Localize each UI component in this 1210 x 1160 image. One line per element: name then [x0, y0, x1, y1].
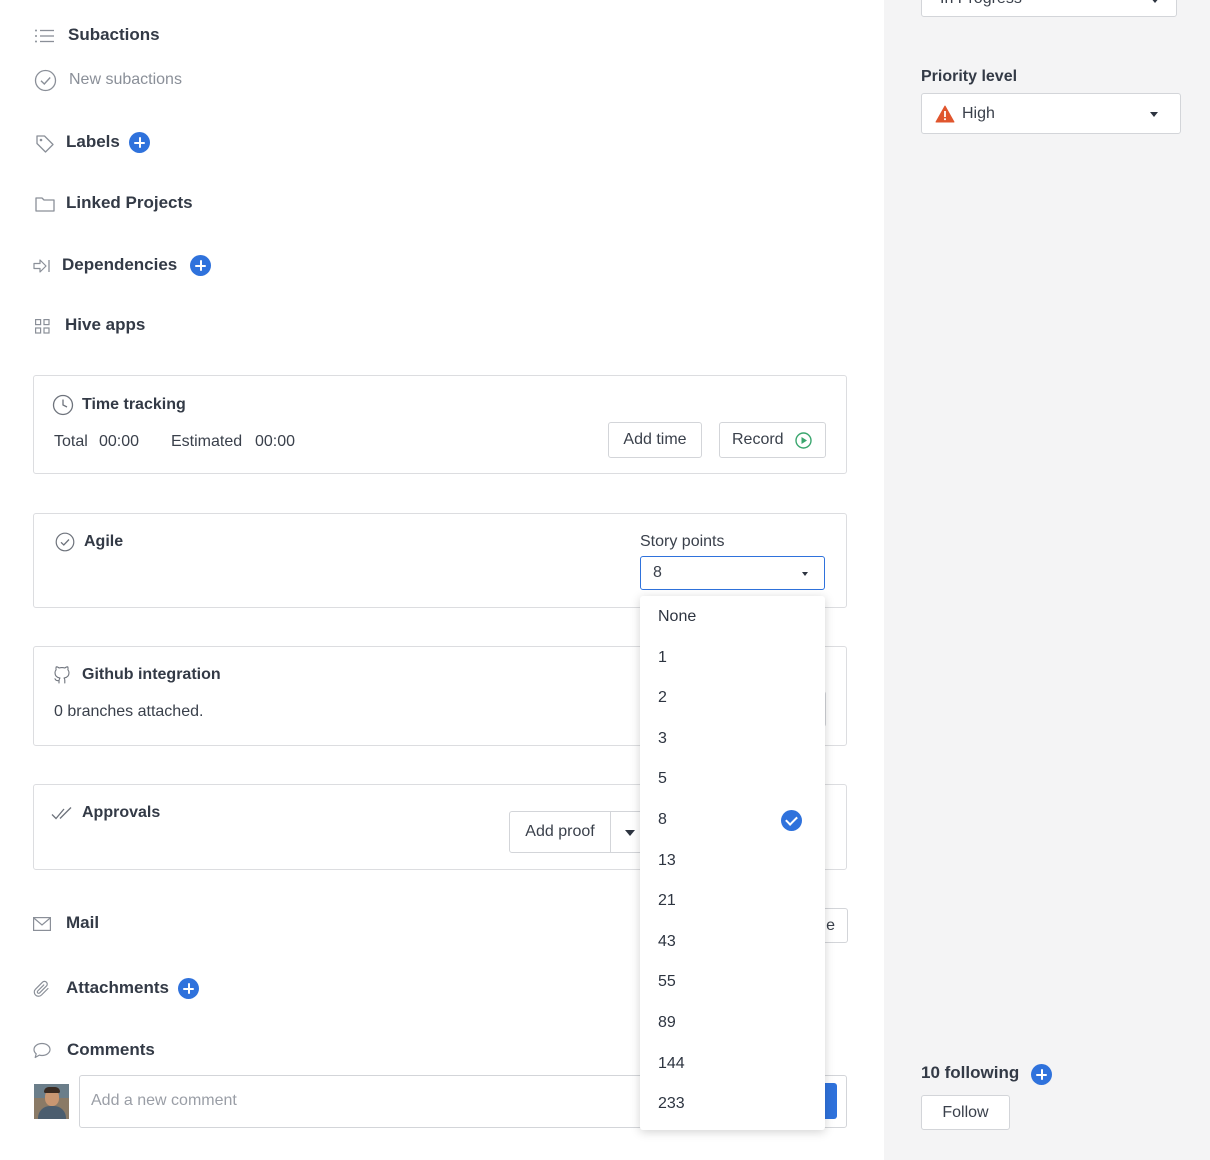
story-points-option[interactable]: 43 [640, 922, 825, 962]
linked-projects-title: Linked Projects [66, 193, 193, 212]
chevron-down-icon [802, 572, 808, 576]
agile-check-icon [55, 532, 75, 552]
attachments-title: Attachments [66, 978, 169, 997]
play-circle-icon [794, 431, 812, 449]
story-points-dropdown: None 1 2 3 5 8 13 21 43 55 89 144 233 [640, 596, 825, 1130]
story-points-option[interactable]: 21 [640, 881, 825, 921]
story-points-option-label: 233 [658, 1095, 685, 1113]
warning-triangle-icon [935, 105, 955, 123]
story-points-option[interactable]: 55 [640, 962, 825, 1002]
story-points-option-label: 89 [658, 1014, 676, 1031]
apps-grid-icon [35, 319, 50, 334]
add-time-button[interactable]: Add time [608, 422, 702, 458]
add-attachment-button[interactable] [178, 978, 199, 999]
check-circle-icon [34, 69, 57, 92]
avatar [34, 1084, 69, 1119]
new-subactions-label: New subactions [69, 71, 182, 88]
comments-title: Comments [67, 1040, 155, 1059]
story-points-option-label: 144 [658, 1054, 685, 1072]
chevron-down-icon [1150, 112, 1158, 117]
story-points-option[interactable]: None [640, 597, 825, 637]
chevron-down-icon [1150, 0, 1160, 3]
subactions-title: Subactions [68, 25, 160, 44]
total-value: 00:00 [99, 433, 140, 450]
story-points-option[interactable]: 144 [640, 1044, 825, 1084]
paperclip-icon [33, 980, 49, 997]
story-points-option[interactable]: 3 [640, 719, 825, 759]
priority-select[interactable]: High [921, 93, 1181, 134]
github-title: Github integration [82, 666, 221, 683]
priority-level-label: Priority level [921, 68, 1018, 85]
story-points-option-label: 55 [658, 973, 676, 991]
branches-attached-text: 0 branches attached. [54, 703, 204, 720]
dependencies-title: Dependencies [62, 255, 178, 274]
total-label: Total [54, 433, 88, 450]
follow-button[interactable]: Follow [921, 1095, 1010, 1130]
status-select[interactable]: In Progress [921, 0, 1177, 17]
new-subaction-button[interactable]: New subactions [34, 68, 204, 94]
story-points-option[interactable]: 2 [640, 678, 825, 718]
status-value: In Progress [940, 0, 1022, 8]
list-icon [35, 29, 54, 43]
story-points-option-label: 13 [658, 851, 676, 869]
story-points-select[interactable]: 8 [640, 556, 825, 590]
comment-bubble-icon [33, 1042, 51, 1059]
mail-title: Mail [66, 913, 100, 932]
story-points-value: 8 [653, 564, 662, 581]
approvals-title: Approvals [82, 804, 161, 821]
chevron-down-icon [625, 830, 635, 836]
record-label: Record [732, 431, 784, 448]
time-tracking-title: Time tracking [82, 396, 186, 413]
story-points-option[interactable]: 8 [640, 800, 825, 840]
estimated-label: Estimated [171, 433, 243, 450]
story-points-option[interactable]: 233 [640, 1084, 825, 1124]
add-dependency-button[interactable] [190, 255, 211, 276]
story-points-option[interactable]: 1 [640, 638, 825, 678]
mail-icon [33, 917, 51, 931]
add-proof-button[interactable]: Add proof [509, 811, 611, 853]
tag-icon [36, 135, 54, 153]
add-time-label: Add time [623, 431, 687, 448]
story-points-option-label: 21 [658, 892, 676, 910]
comment-placeholder: Add a new comment [91, 1092, 237, 1109]
story-points-option-label: 8 [658, 811, 667, 828]
add-follower-button[interactable] [1031, 1064, 1052, 1085]
labels-title: Labels [66, 132, 120, 151]
mail-action-label: e [826, 916, 835, 934]
dependency-arrow-icon [33, 259, 50, 273]
following-count: 10 following [921, 1063, 1020, 1082]
agile-title: Agile [84, 533, 124, 550]
github-icon [54, 666, 70, 684]
estimated-value: 00:00 [255, 433, 296, 450]
hive-apps-title: Hive apps [65, 315, 146, 334]
story-points-option-label: None [658, 608, 697, 625]
add-label-button[interactable] [129, 132, 150, 153]
selected-check-icon [781, 809, 802, 831]
story-points-option[interactable]: 5 [640, 759, 825, 799]
sidebar: In Progress Priority level High 10 follo… [884, 0, 1210, 1160]
story-points-option-label: 5 [658, 770, 667, 788]
clock-icon [52, 394, 74, 416]
double-check-icon [51, 807, 72, 820]
folder-icon [35, 197, 55, 212]
story-points-option-label: 2 [658, 689, 667, 707]
priority-value: High [962, 105, 995, 122]
story-points-option[interactable]: 89 [640, 1003, 825, 1043]
story-points-option-label: 3 [658, 729, 667, 747]
follow-label: Follow [942, 1103, 989, 1121]
story-points-label: Story points [640, 533, 725, 550]
story-points-option-label: 1 [658, 648, 667, 666]
record-button[interactable]: Record [719, 422, 826, 458]
story-points-option-label: 43 [658, 932, 676, 950]
add-proof-label: Add proof [525, 823, 595, 840]
time-tracking-card: Time tracking Total 00:00 Estimated 00:0… [33, 375, 847, 474]
story-points-option[interactable]: 13 [640, 841, 825, 881]
agile-card: Agile Story points 8 [33, 513, 847, 608]
